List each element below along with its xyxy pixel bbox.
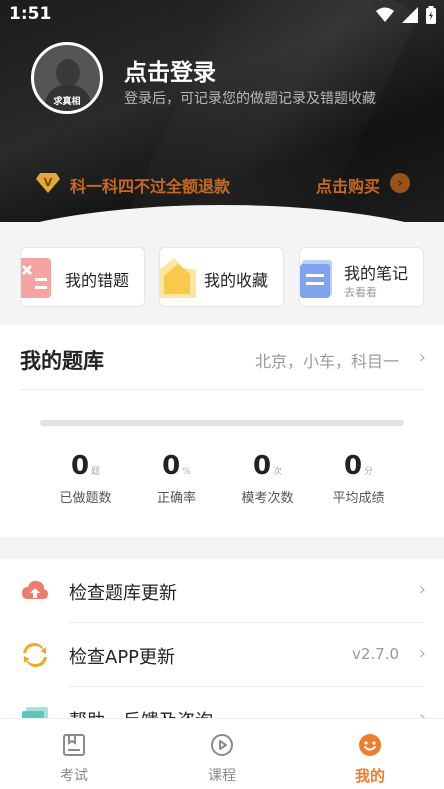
chevron-right-icon: › xyxy=(418,579,426,600)
card-favorites[interactable]: 我的收藏 xyxy=(159,247,284,307)
quick-cards: 我的错题 我的收藏 我的笔记 去看看 xyxy=(20,247,424,307)
play-icon xyxy=(211,734,233,756)
stat-mock-exams: 0次 模考次数 xyxy=(222,451,313,506)
tab-exam[interactable]: 考试 xyxy=(0,719,148,789)
promo-text: 科一科四不过全额退款 xyxy=(70,177,231,196)
profile-header: 1:51 求真相 点击登录 登录后，可记录您的做题记录及错题收藏 V 科一科四不… xyxy=(0,0,444,222)
avatar-head xyxy=(56,59,80,87)
profile-screen: 1:51 求真相 点击登录 登录后，可记录您的做题记录及错题收藏 V 科一科四不… xyxy=(0,0,444,789)
stat-unit: 次 xyxy=(273,467,283,477)
promo-buy-link[interactable]: 点击购买 xyxy=(316,173,380,197)
book-icon xyxy=(63,734,85,756)
login-subtitle: 登录后，可记录您的做题记录及错题收藏 xyxy=(124,91,376,107)
card-notes[interactable]: 我的笔记 去看看 xyxy=(299,247,424,307)
battery-icon xyxy=(426,6,436,24)
stat-value: 0 xyxy=(70,451,90,481)
stat-value: 0 xyxy=(162,451,181,481)
smile-icon xyxy=(359,734,381,756)
app-version: v2.7.0 xyxy=(351,645,399,663)
wifi-icon xyxy=(376,7,394,22)
stat-label: 已做题数 xyxy=(59,491,112,506)
question-bank-title: 我的题库 xyxy=(20,349,104,373)
tab-label: 我的 xyxy=(354,767,385,785)
card-wrong-questions[interactable]: 我的错题 xyxy=(20,247,145,307)
header-curve xyxy=(0,205,444,222)
chevron-right-icon[interactable]: › xyxy=(390,173,410,193)
avatar-tag: 求真相 xyxy=(53,97,81,107)
favorites-icon xyxy=(160,258,196,298)
stat-accuracy: 0% 正确率 xyxy=(131,451,222,506)
tab-course[interactable]: 课程 xyxy=(148,719,296,789)
status-time: 1:51 xyxy=(9,4,52,24)
stat-label: 模考次数 xyxy=(241,491,294,506)
refresh-icon xyxy=(23,643,47,667)
list-item-label: 检查APP更新 xyxy=(69,647,176,668)
login-title[interactable]: 点击登录 xyxy=(124,53,216,87)
card-label: 我的收藏 xyxy=(204,271,269,290)
question-bank-section: 我的题库 北京，小车，科目一 › 0题 已做题数 0% 正确率 0次 模考次数 … xyxy=(0,325,444,537)
card-sublabel: 去看看 xyxy=(344,286,377,299)
stat-unit: 题 xyxy=(91,467,101,477)
card-label: 我的笔记 xyxy=(344,264,409,283)
list-item-check-app-update[interactable]: 检查APP更新 v2.7.0 › xyxy=(0,623,444,687)
stat-label: 平均成绩 xyxy=(332,491,385,506)
cloud-upload-icon xyxy=(22,580,48,599)
chevron-right-icon: › xyxy=(418,643,426,664)
card-label: 我的错题 xyxy=(65,271,130,290)
stat-done: 0题 已做题数 xyxy=(40,451,131,506)
vip-diamond-icon: V xyxy=(36,173,60,193)
stat-label: 正确率 xyxy=(156,491,196,506)
status-bar: 1:51 xyxy=(0,0,444,30)
list-item-check-bank-update[interactable]: 检查题库更新 › xyxy=(0,559,444,623)
question-bank-region[interactable]: 北京，小车，科目一 xyxy=(255,348,399,372)
bottom-nav: 考试 课程 我的 xyxy=(0,718,444,789)
tab-label: 考试 xyxy=(60,768,88,784)
tab-label: 课程 xyxy=(208,768,236,784)
notes-icon xyxy=(300,260,332,298)
stat-average-score: 0分 平均成绩 xyxy=(313,451,404,506)
promo-banner[interactable]: V 科一科四不过全额退款 点击购买 › xyxy=(36,171,410,197)
stat-unit: 分 xyxy=(364,467,374,477)
tab-mine[interactable]: 我的 xyxy=(296,719,444,789)
status-icons xyxy=(376,6,436,24)
stats-row: 0题 已做题数 0% 正确率 0次 模考次数 0分 平均成绩 xyxy=(40,451,404,511)
divider xyxy=(20,389,424,390)
wrong-questions-icon xyxy=(21,258,51,298)
signal-icon xyxy=(402,7,418,23)
stat-unit: % xyxy=(182,467,191,477)
stat-value: 0 xyxy=(252,451,272,481)
svg-text:V: V xyxy=(44,176,53,189)
chevron-right-icon[interactable]: › xyxy=(419,347,426,368)
list-item-label: 检查题库更新 xyxy=(69,583,177,604)
avatar[interactable]: 求真相 xyxy=(31,42,103,114)
stat-value: 0 xyxy=(343,451,363,481)
progress-bar xyxy=(40,420,404,426)
